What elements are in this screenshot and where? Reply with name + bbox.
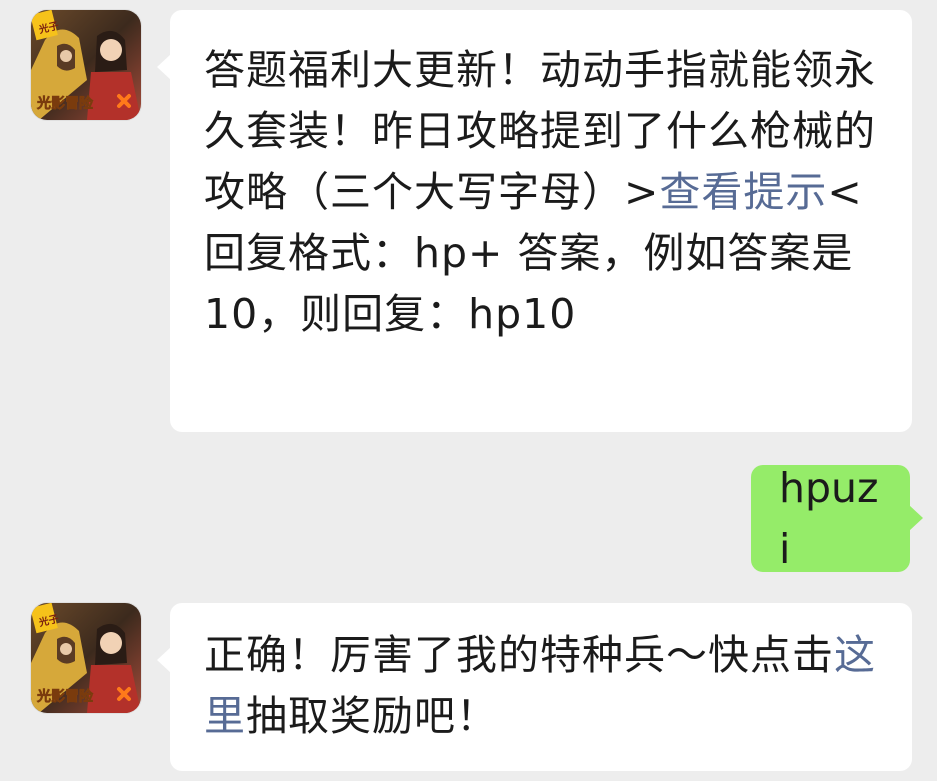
message-line-2: 回复格式：hp+ 答案，例如答案是10，则回复：hp10 <box>204 229 854 338</box>
message-text-after-link: 抽取奖励吧！ <box>246 692 498 740</box>
avatar-logo-text: 光影冒险 <box>36 95 94 112</box>
reply-text: hpuzi <box>779 463 879 573</box>
message-text-before-link: 正确！厉害了我的特种兵～快点击 <box>204 631 834 679</box>
message-text: 答题福利大更新！动动手指就能领永久套装！昨日攻略提到了什么枪械的攻略（三个大写字… <box>204 40 880 345</box>
outgoing-message-bubble[interactable]: hpuzi <box>751 464 923 573</box>
message-3-avatar[interactable]: 光子 光影冒险 <box>31 603 141 713</box>
incoming-message-bubble[interactable]: 正确！厉害了我的特种兵～快点击这里抽取奖励吧！ <box>157 603 912 771</box>
game-avatar-icon: 光子 光影冒险 <box>31 10 141 120</box>
game-avatar-icon: 光子 光影冒险 <box>31 603 141 713</box>
message-line-1-tail: < <box>827 168 863 216</box>
view-hint-link[interactable]: 查看提示 <box>659 168 827 216</box>
message-text: 正确！厉害了我的特种兵～快点击这里抽取奖励吧！ <box>204 625 880 747</box>
message-1-avatar[interactable]: 光子 光影冒险 <box>31 10 141 120</box>
incoming-message-bubble[interactable]: 答题福利大更新！动动手指就能领永久套装！昨日攻略提到了什么枪械的攻略（三个大写字… <box>157 10 912 432</box>
avatar-logo-text: 光影冒险 <box>36 688 94 705</box>
